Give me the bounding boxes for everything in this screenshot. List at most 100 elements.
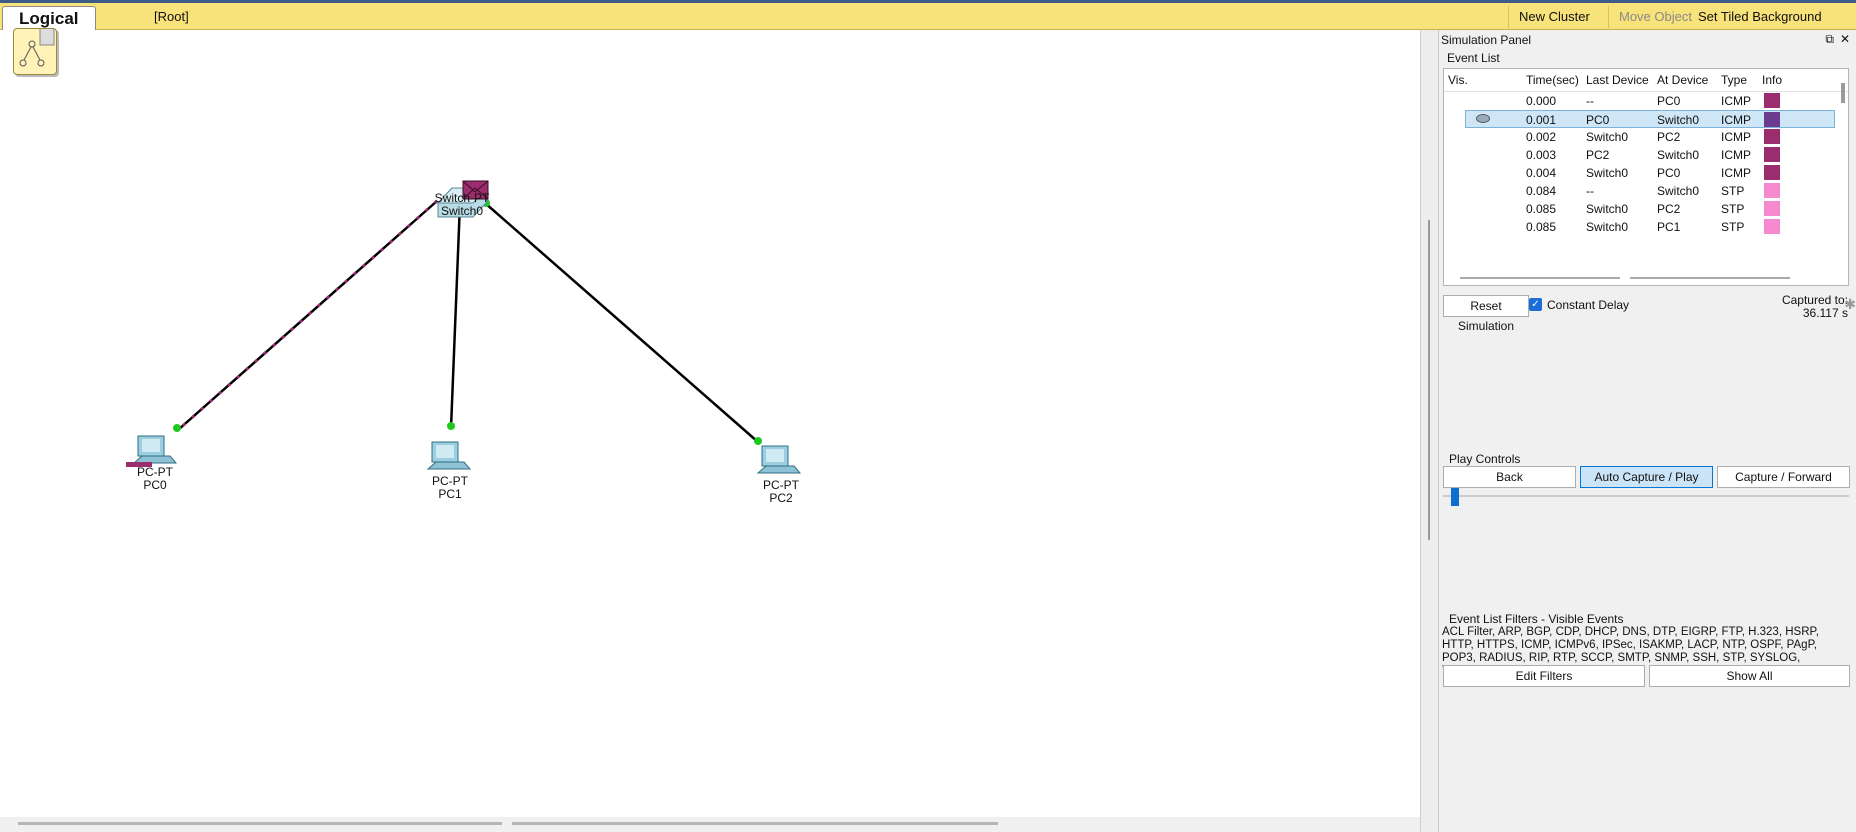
- event-last-device: Switch0: [1586, 220, 1629, 234]
- pc1-label: PC-PT PC1: [415, 475, 485, 501]
- port-light-pc0: [173, 424, 181, 432]
- pc1-name: PC1: [438, 487, 462, 501]
- event-info-color-swatch[interactable]: [1764, 112, 1780, 127]
- event-info-color-swatch[interactable]: [1764, 219, 1780, 234]
- col-time[interactable]: Time(sec): [1526, 73, 1579, 87]
- event-list-header: Vis. Time(sec) Last Device At Device Typ…: [1444, 69, 1848, 92]
- event-at-device: PC0: [1657, 166, 1681, 180]
- event-time: 0.001: [1526, 113, 1557, 127]
- event-at-device: Switch0: [1657, 184, 1700, 198]
- event-time: 0.002: [1526, 130, 1557, 144]
- event-info-color-swatch[interactable]: [1764, 183, 1780, 198]
- auto-capture-play-button[interactable]: Auto Capture / Play: [1580, 466, 1713, 488]
- event-info-color-swatch[interactable]: [1764, 93, 1780, 108]
- event-type: ICMP: [1721, 130, 1751, 144]
- event-list-label: Event List: [1447, 51, 1500, 65]
- event-list-table[interactable]: Vis. Time(sec) Last Device At Device Typ…: [1443, 68, 1849, 286]
- link-switch0-pc2[interactable]: [484, 202, 759, 443]
- event-at-device: Switch0: [1657, 113, 1700, 127]
- event-list-filters-label: Event List Filters - Visible Events: [1449, 612, 1624, 626]
- event-row[interactable]: 0.004 Switch0 PC0 ICMP: [1444, 164, 1834, 182]
- event-time: 0.003: [1526, 148, 1557, 162]
- pc0-label: PC-PT PC0: [120, 466, 190, 492]
- logical-tab[interactable]: Logical: [2, 6, 96, 30]
- event-last-device: --: [1586, 94, 1594, 108]
- event-time: 0.085: [1526, 220, 1557, 234]
- panel-splitter[interactable]: [1420, 30, 1437, 832]
- event-time: 0.085: [1526, 202, 1557, 216]
- event-time: 0.000: [1526, 94, 1557, 108]
- close-icon[interactable]: ✕: [1840, 32, 1850, 46]
- pc-icon[interactable]: [756, 445, 802, 474]
- event-type: ICMP: [1721, 148, 1751, 162]
- event-info-color-swatch[interactable]: [1764, 147, 1780, 162]
- col-type[interactable]: Type: [1721, 73, 1747, 87]
- event-info-color-swatch[interactable]: [1764, 129, 1780, 144]
- col-info[interactable]: Info: [1762, 73, 1782, 87]
- event-type: ICMP: [1721, 166, 1751, 180]
- visible-eye-icon[interactable]: [1476, 114, 1490, 123]
- event-info-color-swatch[interactable]: [1764, 165, 1780, 180]
- constant-delay-label: Constant Delay: [1547, 298, 1630, 312]
- switch0-label: Switch-PT Switch0: [427, 192, 497, 218]
- pc-icon[interactable]: [426, 441, 472, 470]
- restore-icon[interactable]: ⧉: [1825, 32, 1834, 47]
- captured-to: Captured to: 36.117 s: [1782, 294, 1848, 320]
- canvas-hscrollbar-left[interactable]: [18, 822, 502, 825]
- new-cluster-button[interactable]: New Cluster: [1508, 6, 1600, 28]
- col-last-device[interactable]: Last Device: [1586, 73, 1649, 87]
- link-switch0-pc0[interactable]: [177, 200, 438, 431]
- event-list-hscrollbar[interactable]: [1460, 277, 1620, 279]
- event-row[interactable]: 0.002 Switch0 PC2 ICMP: [1444, 128, 1834, 146]
- splitter-grip[interactable]: [1428, 220, 1430, 540]
- show-all-button[interactable]: Show All: [1649, 665, 1850, 687]
- event-row[interactable]: 0.003 PC2 Switch0 ICMP: [1444, 146, 1834, 164]
- event-last-device: PC0: [1586, 113, 1610, 127]
- col-at-device[interactable]: At Device: [1657, 73, 1708, 87]
- capture-forward-button[interactable]: Capture / Forward: [1717, 466, 1850, 488]
- play-speed-slider-track[interactable]: [1443, 495, 1849, 497]
- event-time: 0.004: [1526, 166, 1557, 180]
- back-button[interactable]: Back: [1443, 466, 1576, 488]
- pc0-name: PC0: [143, 478, 167, 492]
- event-row[interactable]: 0.085 Switch0 PC1 STP: [1444, 218, 1834, 236]
- settings-star-icon[interactable]: ✱: [1844, 296, 1856, 313]
- event-row[interactable]: 0.084 -- Switch0 STP: [1444, 182, 1834, 200]
- event-last-device: --: [1586, 184, 1594, 198]
- event-info-color-swatch[interactable]: [1764, 201, 1780, 216]
- event-at-device: PC2: [1657, 202, 1681, 216]
- event-list-hscrollbar-right[interactable]: [1630, 277, 1790, 279]
- canvas-hscrollbar-right[interactable]: [512, 822, 998, 825]
- simulation-panel: Simulation Panel ⧉ ✕ Event List Vis. Tim…: [1438, 30, 1856, 832]
- port-light-pc2: [754, 437, 762, 445]
- simulation-panel-title: Simulation Panel: [1441, 33, 1532, 47]
- constant-delay-checkbox[interactable]: ✓: [1529, 298, 1542, 311]
- event-type: STP: [1721, 184, 1745, 198]
- event-row[interactable]: 0.001 PC0 Switch0 ICMP: [1465, 110, 1835, 128]
- event-at-device: PC0: [1657, 94, 1681, 108]
- event-type: ICMP: [1721, 94, 1751, 108]
- pc-icon[interactable]: [126, 435, 178, 467]
- event-type: ICMP: [1721, 113, 1751, 127]
- event-last-device: Switch0: [1586, 130, 1629, 144]
- logical-view-icon[interactable]: [13, 26, 57, 75]
- reset-simulation-button[interactable]: Reset Simulation: [1443, 295, 1529, 333]
- pc2-label: PC-PT PC2: [746, 479, 816, 505]
- set-tiled-background-button[interactable]: Set Tiled Background: [1688, 6, 1832, 28]
- topology-links: [126, 180, 802, 474]
- event-at-device: Switch0: [1657, 148, 1700, 162]
- link-switch0-pc1[interactable]: [449, 202, 462, 429]
- captured-value: 36.117 s: [1802, 306, 1848, 320]
- play-speed-slider-thumb[interactable]: [1451, 488, 1459, 506]
- event-type: STP: [1721, 202, 1745, 216]
- event-row[interactable]: 0.085 Switch0 PC2 STP: [1444, 200, 1834, 218]
- event-list-vscrollbar[interactable]: [1841, 83, 1845, 103]
- edit-filters-button[interactable]: Edit Filters: [1443, 665, 1645, 687]
- event-at-device: PC1: [1657, 220, 1681, 234]
- logical-workspace-canvas[interactable]: Switch-PT Switch0 PC-PT PC0 PC-PT PC1 PC…: [0, 30, 1420, 817]
- root-breadcrumb[interactable]: [Root]: [154, 9, 189, 24]
- col-vis[interactable]: Vis.: [1448, 73, 1468, 87]
- event-row[interactable]: 0.000 -- PC0 ICMP: [1444, 92, 1834, 110]
- switch0-name: Switch0: [440, 204, 484, 218]
- event-type: STP: [1721, 220, 1745, 234]
